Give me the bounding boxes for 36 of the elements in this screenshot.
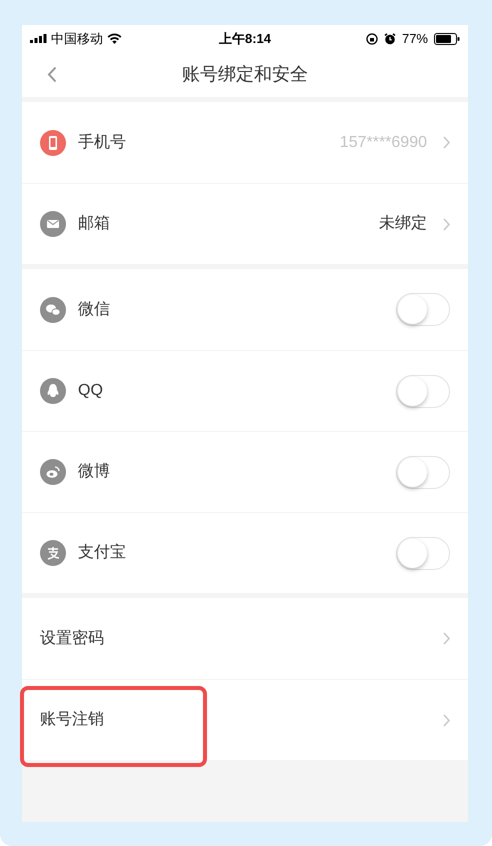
settings-row[interactable]: 设置密码 (22, 598, 468, 679)
chevron-icon (443, 218, 450, 230)
row-label: 支付宝 (78, 542, 127, 563)
row-label: 账号注销 (40, 710, 105, 730)
carrier-name: 中国移动 (51, 30, 103, 48)
chevron-icon (443, 136, 450, 149)
row-label: 微信 (78, 300, 111, 320)
status-time: 上午8:14 (218, 30, 272, 48)
settings-row[interactable]: 微信 (22, 269, 468, 350)
alarm-icon (384, 32, 396, 44)
back-chevron-icon (47, 66, 57, 82)
signal-icon (30, 34, 47, 43)
chevron-icon (443, 714, 450, 726)
row-label: 手机号 (78, 132, 127, 152)
row-label: 邮箱 (78, 214, 111, 234)
settings-row[interactable]: 手机号 157****6990 (22, 102, 468, 183)
toggle-switch[interactable] (396, 536, 450, 570)
rotation-lock-icon (366, 32, 378, 44)
toggle-switch[interactable] (396, 293, 450, 326)
chevron-icon (443, 632, 450, 645)
row-label: QQ (78, 381, 104, 401)
row-label: 设置密码 (40, 628, 105, 648)
battery-icon (434, 32, 460, 44)
settings-row[interactable]: 邮箱 未绑定 (22, 183, 468, 264)
settings-row[interactable]: QQ (22, 350, 468, 431)
toggle-switch[interactable] (396, 456, 450, 488)
page-title: 账号绑定和安全 (182, 63, 308, 86)
row-value: 未绑定 (379, 214, 427, 234)
battery-percent: 77% (402, 30, 428, 48)
row-value: 157****6990 (340, 132, 427, 152)
toggle-switch[interactable] (396, 374, 450, 408)
settings-row[interactable]: 微博 (22, 431, 468, 512)
settings-row[interactable]: 账号注销 (22, 679, 468, 760)
wifi-icon (107, 33, 122, 44)
row-label: 微博 (78, 462, 111, 482)
settings-row[interactable]: 支付宝 (22, 512, 468, 593)
